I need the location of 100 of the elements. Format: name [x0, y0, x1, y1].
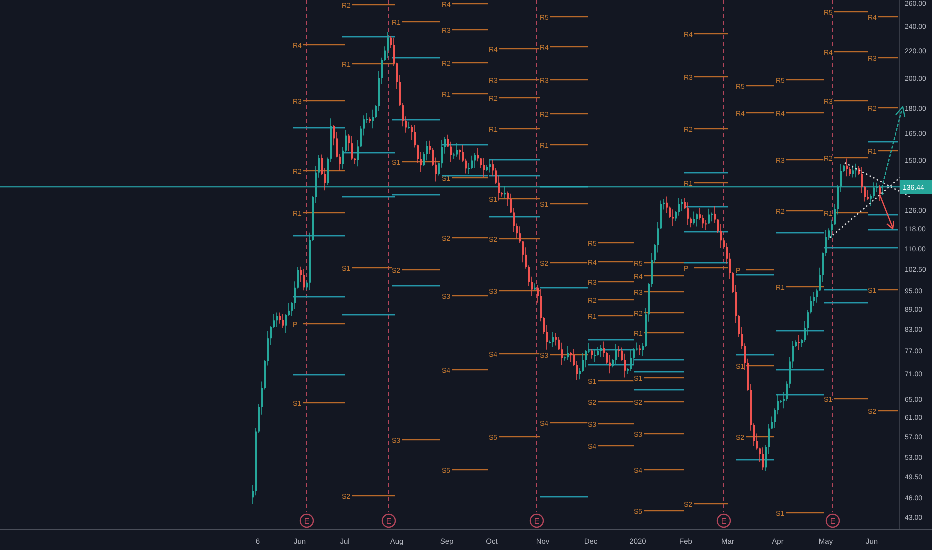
- pivot-line: [878, 16, 898, 18]
- earnings-marker[interactable]: E: [382, 514, 396, 528]
- pivot-line: [499, 198, 540, 200]
- pivot-line: [352, 4, 395, 6]
- band-line: [489, 159, 540, 161]
- pivot-line: [834, 100, 868, 102]
- pivot-line: [352, 495, 395, 497]
- pivot-line: [598, 445, 634, 447]
- earnings-marker[interactable]: E: [530, 514, 544, 528]
- earnings-marker[interactable]: E: [716, 514, 732, 528]
- pivot-line: [644, 510, 684, 512]
- band-line: [736, 354, 774, 356]
- pivot-line: [878, 150, 898, 152]
- band-line: [868, 141, 898, 143]
- pivot-line: [303, 323, 345, 325]
- pivot-line: [644, 312, 684, 314]
- pivot-line: [644, 401, 684, 403]
- band-line: [540, 496, 588, 498]
- pivot-line: [644, 291, 684, 293]
- pivot-line: [402, 439, 440, 441]
- pivot-line: [878, 107, 898, 109]
- pivot-line: [786, 210, 824, 212]
- band-line: [776, 232, 824, 234]
- pivot-line: [878, 57, 898, 59]
- band-line: [776, 369, 824, 371]
- pivot-line: [694, 76, 728, 78]
- pivot-line: [499, 128, 540, 130]
- band-line: [824, 302, 868, 304]
- band-line: [824, 289, 868, 291]
- pivot-line: [452, 469, 488, 471]
- band-line: [293, 235, 345, 237]
- pivot-line: [834, 11, 868, 13]
- pivot-line: [746, 112, 774, 114]
- pivot-line: [303, 402, 345, 404]
- band-line: [392, 57, 440, 59]
- band-line: [293, 296, 345, 298]
- pivot-line: [746, 365, 774, 367]
- band-line: [634, 371, 684, 373]
- band-line: [776, 330, 824, 332]
- band-line: [684, 262, 728, 264]
- pivot-line: [786, 159, 824, 161]
- pivot-line: [834, 398, 868, 400]
- pivot-line: [352, 63, 395, 65]
- pivot-line: [598, 423, 634, 425]
- pivot-line: [644, 433, 684, 435]
- pivot-line: [550, 79, 588, 81]
- earnings-marker[interactable]: E: [300, 514, 314, 528]
- downward-arrow: [879, 194, 895, 230]
- pivot-line: [644, 262, 684, 264]
- pivot-line: [644, 332, 684, 334]
- pivot-line: [834, 157, 868, 159]
- earnings-marker[interactable]: E: [826, 514, 840, 528]
- pivot-line: [746, 269, 774, 271]
- pivot-line: [452, 177, 488, 179]
- pivot-line: [550, 262, 588, 264]
- pivot-line: [644, 377, 684, 379]
- pivot-line: [452, 29, 488, 31]
- pivot-line: [694, 503, 728, 505]
- pivot-line: [352, 267, 395, 269]
- pivot-line: [550, 144, 588, 146]
- pivot-line: [598, 299, 634, 301]
- pivot-line: [499, 48, 540, 50]
- band-line: [684, 172, 728, 174]
- band-line: [634, 389, 684, 391]
- pivot-line: [746, 85, 774, 87]
- pivot-line: [499, 436, 540, 438]
- pivot-line: [402, 21, 440, 23]
- pivot-line: [598, 242, 634, 244]
- band-line: [540, 287, 588, 289]
- pivot-line: [694, 267, 728, 269]
- pivot-line: [598, 281, 634, 283]
- pivot-line: [786, 512, 824, 514]
- pivot-line: [452, 237, 488, 239]
- pivot-line: [786, 112, 824, 114]
- pivot-line: [452, 62, 488, 64]
- pivot-line: [644, 275, 684, 277]
- pivot-line: [499, 79, 540, 81]
- pivot-line: [694, 128, 728, 130]
- pivot-line: [303, 212, 345, 214]
- pivot-line: [550, 203, 588, 205]
- band-line: [868, 229, 898, 231]
- pivot-line: [786, 286, 824, 288]
- pivot-line: [550, 46, 588, 48]
- pivot-line: [598, 401, 634, 403]
- pivot-line: [452, 93, 488, 95]
- pivot-line: [598, 380, 634, 382]
- pivot-line: [834, 212, 868, 214]
- pivot-line: [499, 353, 540, 355]
- pivot-line: [550, 16, 588, 18]
- band-line: [684, 206, 728, 208]
- pivot-line: [786, 79, 824, 81]
- pivot-line: [694, 33, 728, 35]
- band-line: [392, 119, 440, 121]
- band-line: [489, 216, 540, 218]
- pivot-line: [303, 44, 345, 46]
- band-line: [684, 231, 728, 233]
- pivot-line: [598, 315, 634, 317]
- pivot-line: [452, 369, 488, 371]
- band-line: [736, 274, 774, 276]
- pivot-line: [598, 261, 634, 263]
